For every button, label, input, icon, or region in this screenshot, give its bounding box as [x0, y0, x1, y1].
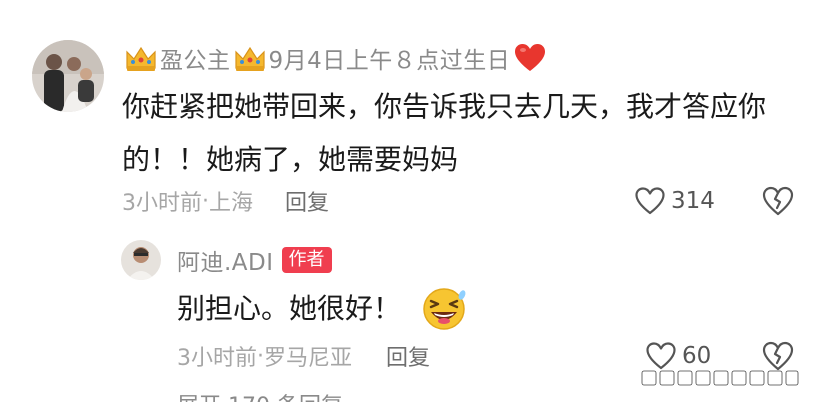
meta-separator: · — [202, 188, 209, 214]
comment-meta: 3小时前 · 上海 回复 — [122, 184, 329, 218]
author-name-line[interactable]: 阿迪.ADI 作者 — [177, 243, 332, 277]
comment-thread: 盈公主 9月4日上午８点过生日 你赶紧把她带回来，你告诉我只去几天，我才答应你的… — [0, 0, 828, 402]
author-avatar[interactable] — [121, 240, 161, 280]
platform-watermark — [640, 364, 820, 392]
like-button[interactable]: 314 — [634, 184, 715, 218]
meta-separator: · — [257, 343, 264, 369]
commenter-username: 盈公主 — [160, 48, 231, 74]
expand-replies-link[interactable]: 展开 170 条回复 — [177, 388, 343, 402]
author-badge: 作者 — [281, 247, 332, 273]
crown-emoji-icon — [124, 44, 158, 72]
reply-location: 罗马尼亚 — [264, 346, 353, 371]
reply-text: 别担心。她很好！ — [177, 292, 402, 325]
commenter-username-suffix: 9月4日上午８点过生日 — [268, 48, 511, 74]
reply-button[interactable]: 回复 — [285, 185, 329, 217]
comment-location: 上海 — [209, 191, 254, 216]
heart-outline-icon — [635, 187, 665, 215]
red-heart-emoji-icon — [514, 43, 546, 73]
commenter-name-line[interactable]: 盈公主 9月4日上午８点过生日 — [122, 40, 546, 76]
like-count: 314 — [671, 188, 715, 214]
avatar-photo-icon — [32, 40, 104, 112]
comment-time: 3小时前 — [122, 191, 202, 216]
reply-meta: 3小时前 · 罗马尼亚 回复 — [177, 339, 430, 373]
reply-button[interactable]: 回复 — [386, 340, 430, 372]
watermark-logo-icon — [641, 370, 799, 386]
commenter-avatar[interactable] — [32, 40, 104, 112]
comment-text: 你赶紧把她带回来，你告诉我只去几天，我才答应你的！！她病了，她需要妈妈 — [122, 90, 767, 176]
reply-time: 3小时前 — [177, 346, 257, 371]
grinning-squinting-face-icon — [421, 286, 467, 332]
crown-emoji-icon — [233, 44, 267, 72]
author-username: 阿迪.ADI — [177, 250, 274, 276]
avatar-photo-icon — [121, 240, 161, 280]
broken-heart-icon — [762, 186, 794, 216]
dislike-button[interactable] — [761, 184, 795, 218]
reply-text-row: 别担心。她很好！ — [177, 282, 537, 335]
